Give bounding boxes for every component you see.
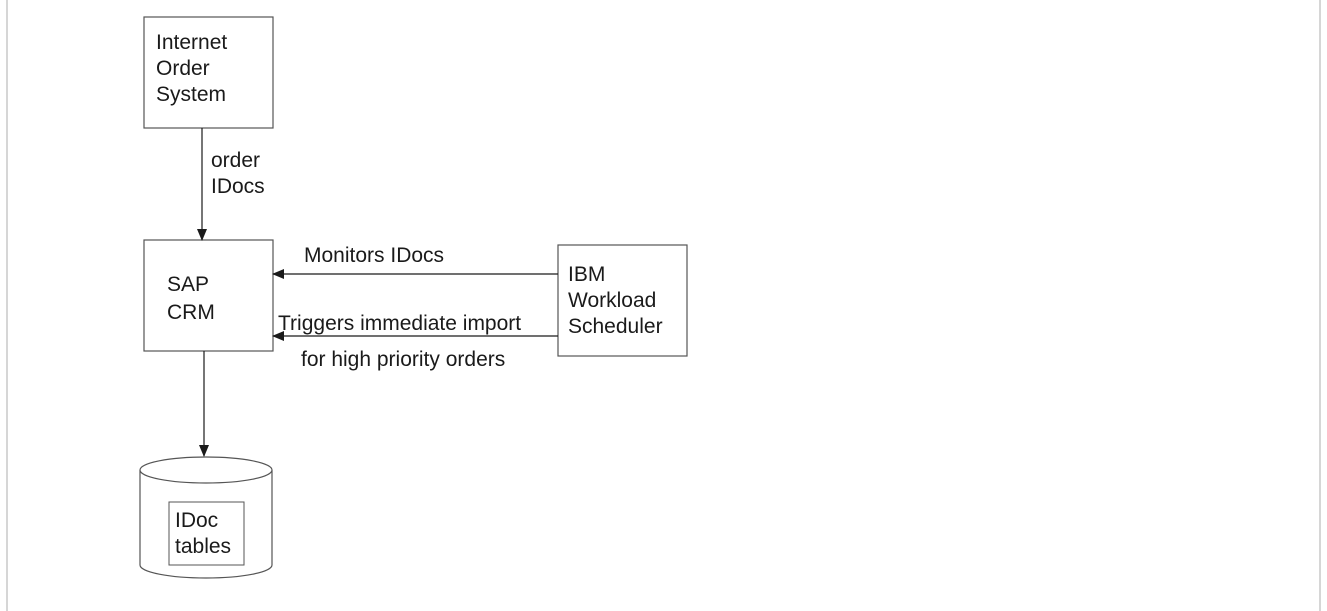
sap-crm-label: SAP CRM xyxy=(167,273,215,324)
internet-order-system-label: Internet Order System xyxy=(156,31,228,106)
idoc-tables-label: IDoc tables xyxy=(175,509,232,558)
order-idocs-label: order IDocs xyxy=(211,149,265,198)
triggers-import-label: Triggers immediate import for high prior… xyxy=(278,312,522,371)
monitors-idocs-label: Monitors IDocs xyxy=(304,244,445,267)
workload-scheduler-label: IBM Workload Scheduler xyxy=(568,263,663,338)
